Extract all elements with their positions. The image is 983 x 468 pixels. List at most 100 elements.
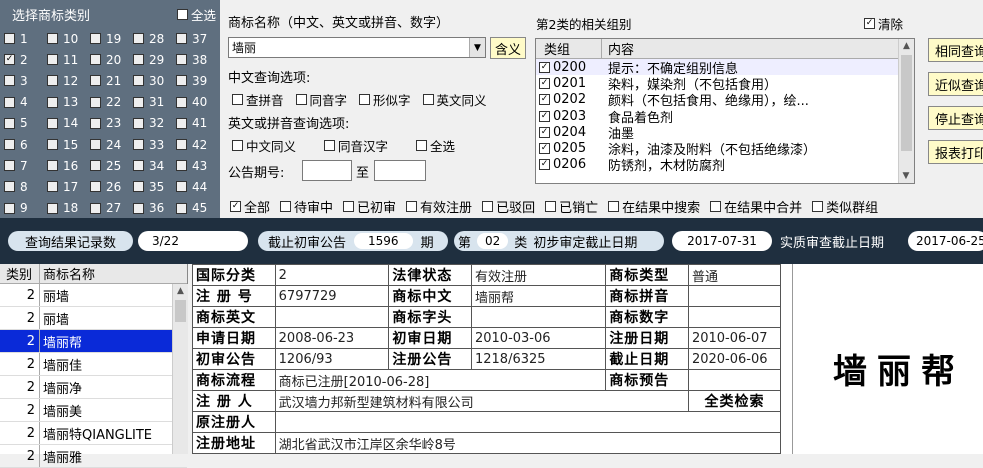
status-filter-checkbox[interactable]: 全部 bbox=[230, 197, 270, 216]
checkbox[interactable] bbox=[4, 96, 15, 108]
checkbox[interactable] bbox=[232, 94, 243, 105]
checkbox[interactable] bbox=[176, 75, 187, 87]
stop-query-button[interactable]: 停止查询 bbox=[928, 106, 983, 130]
class-checkbox-17[interactable]: 17 bbox=[47, 176, 90, 197]
status-filter-checkbox[interactable]: 在结果中搜索 bbox=[608, 197, 700, 216]
checkbox[interactable] bbox=[176, 181, 187, 193]
clear-checkbox[interactable]: 清除 bbox=[864, 14, 903, 33]
checkbox[interactable] bbox=[133, 54, 144, 66]
contains-button[interactable]: 含义 bbox=[490, 37, 526, 59]
class-checkbox-29[interactable]: 29 bbox=[133, 49, 176, 70]
period-to-input[interactable] bbox=[374, 160, 426, 181]
class-checkbox-7[interactable]: 7 bbox=[4, 155, 47, 176]
group-row[interactable]: 0201染料，媒染剂（不包括食用） bbox=[536, 75, 914, 93]
class-checkbox-19[interactable]: 19 bbox=[90, 28, 133, 49]
checkbox[interactable] bbox=[176, 33, 187, 45]
checkbox[interactable] bbox=[90, 139, 101, 151]
checkbox[interactable] bbox=[280, 200, 292, 212]
result-list[interactable]: 类别 商标名称 2 丽墙 2 丽墙 2 墙丽帮 2 墙丽佳 2 墙丽净 2 墙丽美 2 墙丽特QIANGL… bbox=[0, 264, 188, 468]
checkbox[interactable] bbox=[133, 181, 144, 193]
same-query-button[interactable]: 相同查询 bbox=[928, 38, 983, 62]
result-row[interactable]: 2 丽墙 bbox=[0, 284, 187, 307]
class-checkbox-2[interactable]: 2 bbox=[4, 49, 47, 70]
group-row[interactable]: 0206防锈剂，木材防腐剂 bbox=[536, 157, 914, 174]
class-checkbox-1[interactable]: 1 bbox=[4, 28, 47, 49]
period-from-input[interactable] bbox=[302, 160, 352, 181]
class-checkbox-23[interactable]: 23 bbox=[90, 113, 133, 134]
checkbox[interactable] bbox=[176, 117, 187, 129]
checkbox[interactable] bbox=[4, 117, 15, 129]
result-row[interactable]: 2 墙丽佳 bbox=[0, 353, 187, 376]
checkbox[interactable] bbox=[90, 181, 101, 193]
checkbox[interactable] bbox=[710, 200, 722, 212]
checkbox[interactable] bbox=[47, 96, 58, 108]
checkbox[interactable] bbox=[176, 160, 187, 172]
scroll-up-icon[interactable]: ▲ bbox=[899, 39, 914, 53]
result-row[interactable]: 2 墙丽美 bbox=[0, 399, 187, 422]
scroll-down-icon[interactable]: ▼ bbox=[899, 169, 913, 183]
scroll-thumb[interactable] bbox=[901, 55, 912, 151]
checkbox[interactable] bbox=[295, 94, 307, 105]
class-checkbox-40[interactable]: 40 bbox=[176, 92, 219, 113]
scroll-thumb[interactable] bbox=[175, 300, 186, 322]
checkbox[interactable] bbox=[90, 33, 101, 45]
status-filter-checkbox[interactable]: 在结果中合并 bbox=[710, 197, 802, 216]
checkbox[interactable] bbox=[133, 139, 144, 151]
class-checkbox-30[interactable]: 30 bbox=[133, 70, 176, 91]
class-checkbox-8[interactable]: 8 bbox=[4, 176, 47, 197]
result-row[interactable]: 2 墙丽帮 bbox=[0, 330, 187, 353]
checkbox[interactable] bbox=[133, 75, 144, 87]
class-checkbox-21[interactable]: 21 bbox=[90, 70, 133, 91]
class-checkbox-20[interactable]: 20 bbox=[90, 49, 133, 70]
class-checkbox-11[interactable]: 11 bbox=[47, 49, 90, 70]
class-checkbox-26[interactable]: 26 bbox=[90, 176, 133, 197]
checkbox[interactable] bbox=[359, 94, 371, 105]
result-row[interactable]: 2 墙丽特QIANGLITE bbox=[0, 422, 187, 445]
checkbox[interactable] bbox=[4, 160, 15, 172]
group-scrollbar[interactable]: ▲ ▼ bbox=[898, 39, 914, 183]
checkbox[interactable] bbox=[47, 54, 58, 66]
checkbox[interactable] bbox=[4, 54, 15, 66]
checkbox[interactable] bbox=[47, 202, 58, 214]
en-option-checkbox[interactable]: 中文同义 bbox=[232, 136, 296, 155]
checkbox[interactable] bbox=[4, 139, 15, 151]
cn-option-checkbox[interactable]: 同音字 bbox=[295, 90, 347, 109]
checkbox[interactable] bbox=[133, 96, 144, 108]
class-checkbox-24[interactable]: 24 bbox=[90, 134, 133, 155]
checkbox[interactable] bbox=[4, 181, 15, 193]
checkbox[interactable] bbox=[406, 200, 418, 212]
checkbox[interactable] bbox=[176, 8, 188, 20]
scroll-up-icon[interactable]: ▲ bbox=[173, 284, 188, 298]
checkbox[interactable] bbox=[539, 61, 550, 73]
checkbox[interactable] bbox=[90, 160, 101, 172]
checkbox[interactable] bbox=[47, 139, 58, 151]
class-checkbox-34[interactable]: 34 bbox=[133, 155, 176, 176]
checkbox[interactable] bbox=[90, 75, 101, 87]
class-checkbox-45[interactable]: 45 bbox=[176, 198, 219, 219]
similar-query-button[interactable]: 近似查询 bbox=[928, 72, 983, 96]
class-checkbox-25[interactable]: 25 bbox=[90, 155, 133, 176]
status-filter-checkbox[interactable]: 已销亡 bbox=[545, 197, 598, 216]
class-checkbox-31[interactable]: 31 bbox=[133, 92, 176, 113]
checkbox[interactable] bbox=[864, 18, 875, 29]
group-row[interactable]: 0203食品着色剂 bbox=[536, 108, 914, 126]
class-checkbox-16[interactable]: 16 bbox=[47, 155, 90, 176]
checkbox[interactable] bbox=[176, 96, 187, 108]
checkbox[interactable] bbox=[90, 202, 101, 214]
status-filter-checkbox[interactable]: 类似群组 bbox=[812, 197, 878, 216]
checkbox[interactable] bbox=[539, 94, 550, 106]
checkbox[interactable] bbox=[176, 202, 187, 214]
class-checkbox-27[interactable]: 27 bbox=[90, 198, 133, 219]
checkbox[interactable] bbox=[539, 77, 550, 89]
checkbox[interactable] bbox=[47, 33, 58, 45]
class-checkbox-15[interactable]: 15 bbox=[47, 134, 90, 155]
group-row[interactable]: 0205涂料，油漆及附料（不包括绝缘漆） bbox=[536, 140, 914, 158]
checkbox[interactable] bbox=[4, 33, 15, 45]
checkbox[interactable] bbox=[4, 202, 15, 214]
group-list[interactable]: 类组 内容 0200提示：不确定组别信息0201染料，媒染剂（不包括食用）020… bbox=[535, 38, 915, 184]
checkbox[interactable] bbox=[176, 54, 187, 66]
checkbox[interactable] bbox=[90, 96, 101, 108]
class-checkbox-10[interactable]: 10 bbox=[47, 28, 90, 49]
cn-option-checkbox[interactable]: 英文同义 bbox=[422, 90, 487, 109]
class-checkbox-4[interactable]: 4 bbox=[4, 92, 47, 113]
